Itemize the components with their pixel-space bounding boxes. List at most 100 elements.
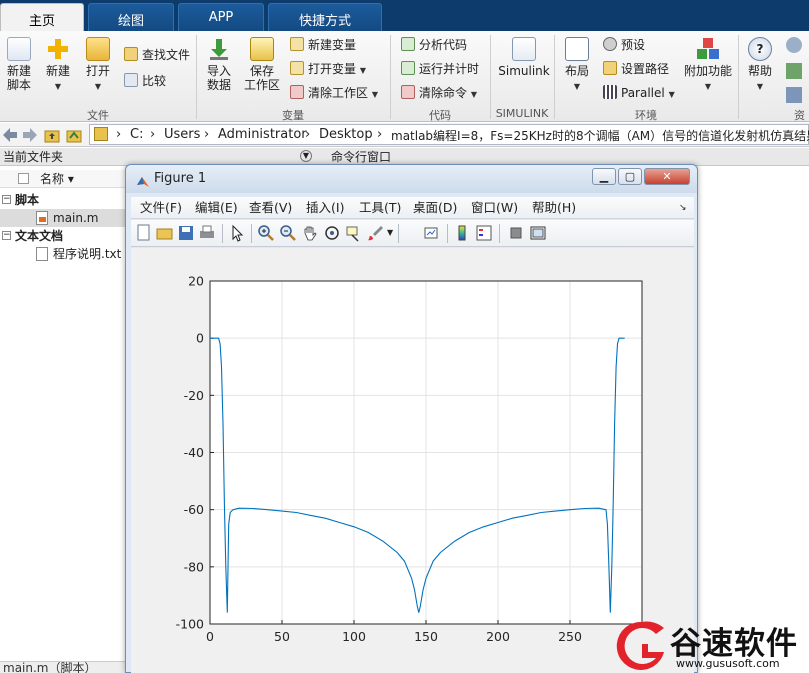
x-tick-label: 150 xyxy=(414,629,438,644)
analyze-code-label: 分析代码 xyxy=(419,38,468,52)
save-workspace-label: 保存 工作区 xyxy=(243,64,280,92)
new-script-label: 新建 脚本 xyxy=(6,64,31,92)
preferences-button[interactable]: 预设 xyxy=(603,35,645,55)
menu-insert[interactable]: 插入(I) xyxy=(306,197,344,219)
tab-apps[interactable]: APP xyxy=(178,3,264,31)
new-script-button[interactable]: 新建 脚本 xyxy=(2,37,36,92)
toolbar-separator xyxy=(447,224,448,243)
colorbar-icon[interactable] xyxy=(453,224,471,242)
parallel-button[interactable]: Parallel ▼ xyxy=(603,83,675,103)
folder-open-icon xyxy=(86,37,110,61)
new-variable-label: 新建变量 xyxy=(308,38,357,52)
clear-commands-icon xyxy=(401,85,415,99)
clear-workspace-button[interactable]: 清除工作区 ▼ xyxy=(290,83,378,103)
line-chart[interactable]: 0 50 100 150 200 250200-20-40-60-80-100 xyxy=(131,248,694,673)
collapse-icon[interactable]: − xyxy=(2,231,11,240)
back-arrow-icon[interactable] xyxy=(1,126,19,144)
m-file-icon xyxy=(36,211,48,225)
figure-title-bar[interactable]: Figure 1 ▁ ▢ ✕ xyxy=(126,165,697,193)
rotate-3d-icon[interactable] xyxy=(323,224,341,242)
menu-file[interactable]: 文件(F) xyxy=(140,197,182,219)
group-row-text-docs[interactable]: − 文本文档 xyxy=(0,227,128,245)
tab-shortcuts[interactable]: 快捷方式 xyxy=(268,3,382,31)
open-variable-button[interactable]: 打开变量 ▼ xyxy=(290,59,366,79)
name-column-header[interactable]: 名称 ▾ xyxy=(40,170,74,188)
dock-arrow-icon[interactable]: ↘ xyxy=(679,197,687,219)
open-file-icon[interactable] xyxy=(156,224,174,242)
menu-tools[interactable]: 工具(T) xyxy=(359,197,401,219)
data-cursor-icon[interactable] xyxy=(345,224,363,242)
compare-button[interactable]: 比较 xyxy=(124,71,166,91)
open-variable-icon xyxy=(290,61,304,75)
chevron-down-icon: ▼ xyxy=(359,66,366,75)
tab-home[interactable]: 主页 xyxy=(0,3,84,31)
file-row-main-m[interactable]: main.m xyxy=(0,209,128,227)
chevron-down-icon[interactable]: ▼ xyxy=(387,228,393,237)
save-workspace-button[interactable]: 保存 工作区 xyxy=(242,37,282,92)
open-button[interactable]: 打开 ▼ xyxy=(80,37,116,94)
forward-arrow-icon[interactable] xyxy=(21,126,39,144)
new-button[interactable]: 新建 ▼ xyxy=(40,37,76,94)
print-icon[interactable] xyxy=(198,224,216,242)
show-plot-tools-icon[interactable] xyxy=(529,224,547,242)
save-icon[interactable] xyxy=(177,224,195,242)
zoom-out-icon[interactable] xyxy=(279,224,297,242)
set-path-button[interactable]: 设置路径 xyxy=(603,59,669,79)
run-and-time-button[interactable]: 运行并计时 xyxy=(401,59,479,79)
simulink-button[interactable]: Simulink xyxy=(498,37,550,78)
path-field[interactable]: › C: › Users › Administrator › Desktop ›… xyxy=(89,124,809,145)
figure-toolbar: ▼ xyxy=(131,220,694,247)
minimize-button[interactable]: ▁ xyxy=(592,168,616,185)
brush-icon[interactable] xyxy=(367,224,385,242)
clear-workspace-icon xyxy=(290,85,304,99)
collapse-icon[interactable]: − xyxy=(2,195,11,204)
chevron-down-icon: ▼ xyxy=(704,82,712,91)
addons-button[interactable]: 附加功能 ▼ xyxy=(683,37,733,94)
request-support-icon[interactable] xyxy=(786,63,802,79)
find-files-button[interactable]: 查找文件 xyxy=(124,45,190,65)
x-tick-label: 200 xyxy=(486,629,510,644)
file-row-readme-txt[interactable]: 程序说明.txt xyxy=(0,245,128,263)
maximize-button[interactable]: ▢ xyxy=(618,168,642,185)
menu-window[interactable]: 窗口(W) xyxy=(471,197,518,219)
set-path-label: 设置路径 xyxy=(621,62,670,76)
new-variable-button[interactable]: 新建变量 xyxy=(290,35,356,55)
help-button[interactable]: ? 帮助 ▼ xyxy=(743,37,777,94)
menu-view[interactable]: 查看(V) xyxy=(249,197,292,219)
breadcrumb-project-folder[interactable]: matlab编程I=8，Fs=25KHz时的8个调幅（AM）信号的信道化发射机仿… xyxy=(391,127,809,144)
breadcrumb-separator: › xyxy=(204,127,210,142)
pointer-icon[interactable] xyxy=(228,224,246,242)
menu-edit[interactable]: 编辑(E) xyxy=(195,197,238,219)
figure-canvas: 0 50 100 150 200 250 20 0 -20 -40 -60 -80 -100 xyxy=(131,248,694,673)
chevron-down-icon: ▼ xyxy=(470,90,477,99)
run-and-time-icon xyxy=(401,61,415,75)
breadcrumb-administrator[interactable]: Administrator xyxy=(218,127,307,142)
up-folder-icon[interactable] xyxy=(43,126,61,144)
hide-plot-tools-icon[interactable] xyxy=(507,224,525,242)
panel-actions-icon[interactable]: ▼ xyxy=(300,150,312,162)
clear-commands-button[interactable]: 清除命令 ▼ xyxy=(401,83,477,103)
breadcrumb-users[interactable]: Users xyxy=(164,127,200,142)
y-tick-label: -40 xyxy=(184,445,204,460)
community-icon[interactable] xyxy=(786,37,802,53)
menu-help[interactable]: 帮助(H) xyxy=(532,197,576,219)
chevron-down-icon: ▼ xyxy=(756,82,764,91)
browse-folder-icon[interactable] xyxy=(65,126,83,144)
zoom-in-icon[interactable] xyxy=(257,224,275,242)
legend-icon[interactable] xyxy=(475,224,493,242)
breadcrumb-desktop[interactable]: Desktop xyxy=(319,127,373,142)
breadcrumb-drive[interactable]: C: xyxy=(130,127,143,142)
tab-plots[interactable]: 绘图 xyxy=(88,3,174,31)
learn-matlab-icon[interactable] xyxy=(786,87,802,103)
analyze-code-button[interactable]: 分析代码 xyxy=(401,35,467,55)
checkbox-column[interactable] xyxy=(18,173,29,184)
pan-hand-icon[interactable] xyxy=(301,224,319,242)
layout-button[interactable]: 布局 ▼ xyxy=(561,37,593,94)
toolbar-separator xyxy=(222,224,223,243)
new-figure-icon[interactable] xyxy=(135,224,153,242)
close-button[interactable]: ✕ xyxy=(644,168,690,185)
group-row-scripts[interactable]: − 脚本 xyxy=(0,191,128,209)
import-data-button[interactable]: 导入 数据 xyxy=(202,37,236,92)
link-plot-icon[interactable] xyxy=(423,224,441,242)
menu-desktop[interactable]: 桌面(D) xyxy=(413,197,457,219)
